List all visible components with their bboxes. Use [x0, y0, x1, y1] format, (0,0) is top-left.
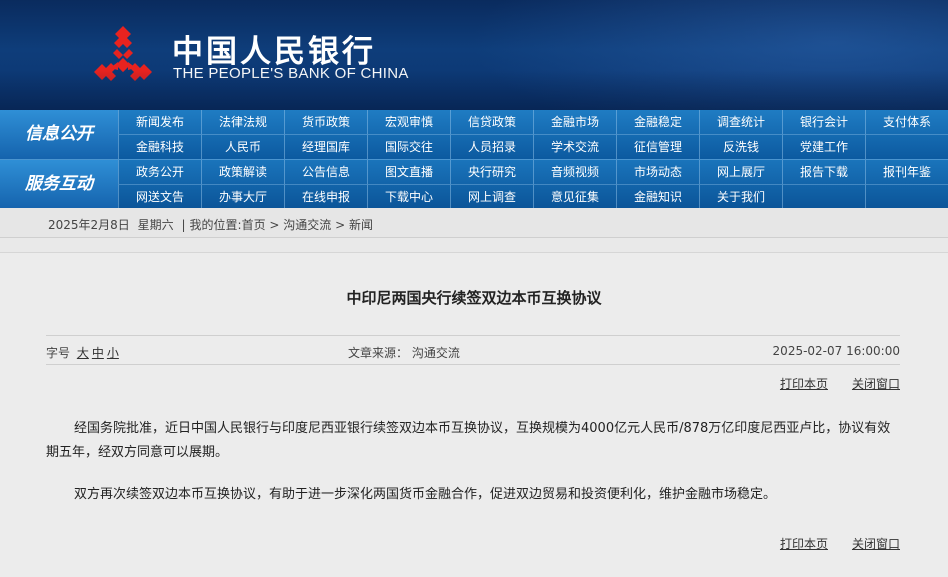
font-size-label: 字号 — [46, 346, 71, 360]
current-date: 2025年2月8日 — [48, 218, 130, 232]
font-size-switcher: 字号 大中小 — [46, 344, 119, 361]
nav-item[interactable]: 图文直播 — [367, 160, 450, 184]
nav-item[interactable]: 人民币 — [201, 134, 284, 159]
font-size-small-link[interactable]: 小 — [107, 346, 119, 360]
nav-item[interactable]: 支付体系 — [865, 110, 948, 134]
nav-items: 政务公开 政策解读 公告信息 图文直播 央行研究 音频视频 市场动态 网上展厅 报告下载 报刊年鉴… — [118, 160, 948, 209]
nav-item[interactable]: 金融市场 — [533, 110, 616, 134]
close-window-link[interactable]: 关闭窗口 — [852, 377, 900, 391]
nav-item[interactable]: 人员招录 — [450, 134, 533, 159]
breadcrumb-path[interactable]: 首页 > 沟通交流 > 新闻 — [242, 218, 373, 232]
nav-group-info-disclosure: 信息公开 新闻发布 法律法规 货币政策 宏观审慎 信贷政策 金融市场 金融稳定 调查统计 银行会… — [0, 110, 948, 159]
breadcrumb-separator: | — [181, 218, 186, 232]
nav-item[interactable]: 网送文告 — [118, 184, 201, 209]
font-size-large-link[interactable]: 大 — [77, 346, 89, 360]
print-page-link[interactable]: 打印本页 — [780, 377, 828, 391]
nav-item[interactable]: 学术交流 — [533, 134, 616, 159]
nav-item[interactable]: 央行研究 — [450, 160, 533, 184]
nav-group-label[interactable]: 服务互动 — [0, 160, 118, 209]
nav-item[interactable]: 金融稳定 — [616, 110, 699, 134]
nav-item[interactable]: 报告下载 — [782, 160, 865, 184]
nav-item-empty — [865, 134, 948, 159]
nav-item[interactable]: 网上调查 — [450, 184, 533, 209]
nav-item[interactable]: 征信管理 — [616, 134, 699, 159]
article-paragraph: 经国务院批准，近日中国人民银行与印度尼西亚银行续签双边本币互换协议，互换规模为4… — [46, 421, 891, 460]
nav-item[interactable]: 网上展厅 — [699, 160, 782, 184]
nav-group-label[interactable]: 信息公开 — [0, 110, 118, 159]
nav-item[interactable]: 政务公开 — [118, 160, 201, 184]
nav-item[interactable]: 法律法规 — [201, 110, 284, 134]
nav-item-empty — [782, 184, 865, 209]
nav-item[interactable]: 经理国库 — [284, 134, 367, 159]
nav-item[interactable]: 调查统计 — [699, 110, 782, 134]
breadcrumb-bar: 2025年2月8日 星期六 | 我的位置:首页 > 沟通交流 > 新闻 — [0, 208, 948, 238]
main-navigation: 信息公开 新闻发布 法律法规 货币政策 宏观审慎 信贷政策 金融市场 金融稳定 调查统计 银行会… — [0, 110, 948, 209]
nav-item[interactable]: 在线申报 — [284, 184, 367, 209]
nav-item[interactable]: 政策解读 — [201, 160, 284, 184]
nav-item[interactable]: 下载中心 — [367, 184, 450, 209]
header-banner: 中国人民银行 THE PEOPLE'S BANK OF CHINA — [0, 0, 948, 110]
nav-item[interactable]: 宏观审慎 — [367, 110, 450, 134]
location-label: 我的位置: — [189, 218, 242, 232]
nav-item[interactable]: 新闻发布 — [118, 110, 201, 134]
nav-item[interactable]: 货币政策 — [284, 110, 367, 134]
nav-item[interactable]: 金融知识 — [616, 184, 699, 209]
close-window-link[interactable]: 关闭窗口 — [852, 537, 900, 551]
article-paragraph: 双方再次续签双边本币互换协议，有助于进一步深化两国货币金融合作，促进双边贸易和投… — [74, 487, 777, 502]
nav-item[interactable]: 办事大厅 — [201, 184, 284, 209]
breadcrumb: 2025年2月8日 星期六 | 我的位置:首页 > 沟通交流 > 新闻 — [48, 216, 377, 233]
article-title: 中印尼两国央行续签双边本币互换协议 — [346, 289, 602, 307]
article-container: 中印尼两国央行续签双边本币互换协议 字号 大中小 文章来源： 沟通交流 2025… — [0, 252, 948, 577]
nav-item[interactable]: 反洗钱 — [699, 134, 782, 159]
nav-item[interactable]: 国际交往 — [367, 134, 450, 159]
article-meta-bar: 字号 大中小 文章来源： 沟通交流 2025-02-07 16:00:00 — [46, 335, 900, 365]
nav-item[interactable]: 关于我们 — [699, 184, 782, 209]
article-date: 2025-02-07 16:00:00 — [772, 344, 900, 358]
nav-group-service-interaction: 服务互动 政务公开 政策解读 公告信息 图文直播 央行研究 音频视频 市场动态 网上展厅 报告下… — [0, 159, 948, 209]
bank-name-en: THE PEOPLE'S BANK OF CHINA — [173, 65, 409, 82]
font-size-medium-link[interactable]: 中 — [92, 346, 104, 360]
article-tools-bottom: 打印本页 关闭窗口 — [756, 535, 900, 552]
nav-item[interactable]: 意见征集 — [533, 184, 616, 209]
nav-items: 新闻发布 法律法规 货币政策 宏观审慎 信贷政策 金融市场 金融稳定 调查统计 银行会计 支付体系… — [118, 110, 948, 159]
nav-item-empty — [865, 184, 948, 209]
nav-item[interactable]: 银行会计 — [782, 110, 865, 134]
nav-item[interactable]: 党建工作 — [782, 134, 865, 159]
pboc-logo-icon — [94, 26, 152, 81]
article-tools-top: 打印本页 关闭窗口 — [756, 375, 900, 392]
article-source: 文章来源： 沟通交流 — [348, 346, 460, 360]
print-page-link[interactable]: 打印本页 — [780, 537, 828, 551]
nav-item[interactable]: 报刊年鉴 — [865, 160, 948, 184]
nav-item[interactable]: 市场动态 — [616, 160, 699, 184]
nav-item[interactable]: 音频视频 — [533, 160, 616, 184]
nav-item[interactable]: 信贷政策 — [450, 110, 533, 134]
nav-item[interactable]: 金融科技 — [118, 134, 201, 159]
nav-item[interactable]: 公告信息 — [284, 160, 367, 184]
current-weekday: 星期六 — [137, 218, 174, 232]
